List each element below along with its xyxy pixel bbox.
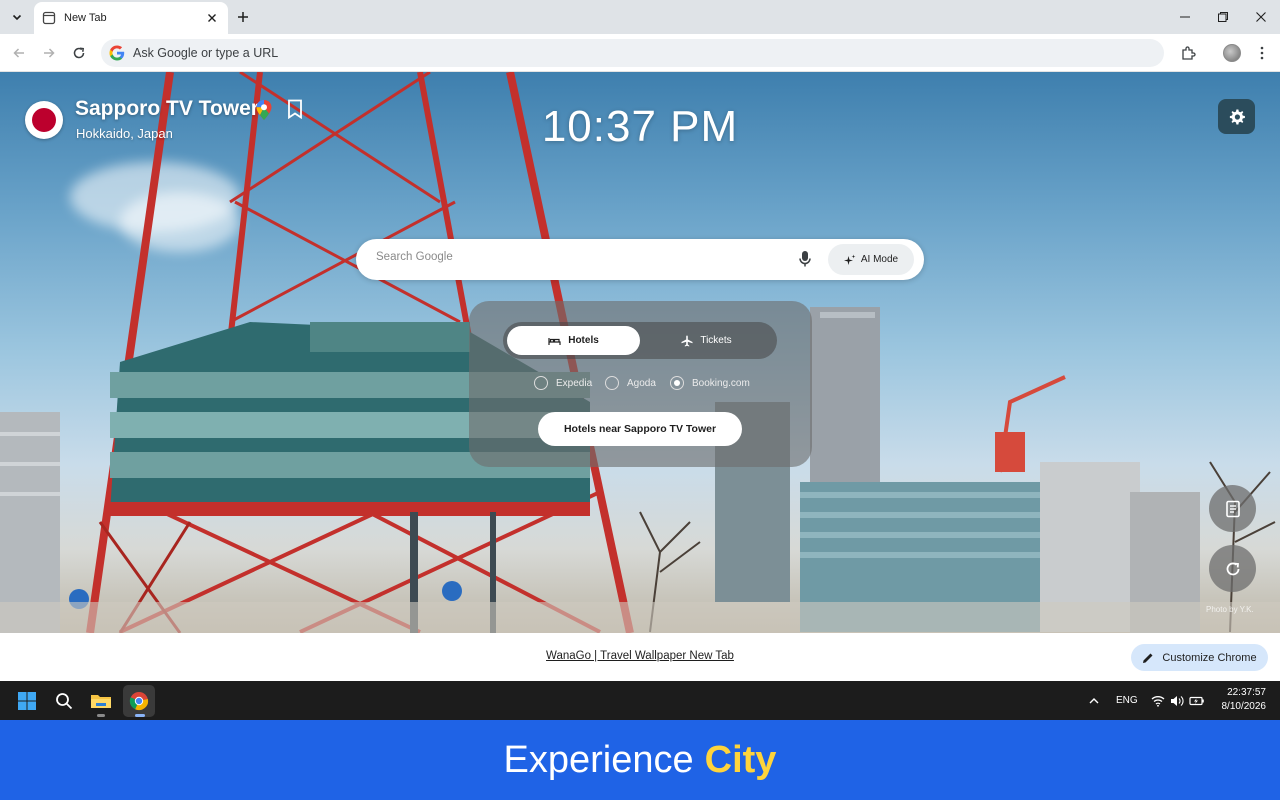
wifi-icon[interactable] [1150, 693, 1166, 709]
banner-prefix: Experience [503, 738, 694, 781]
language-indicator[interactable]: ENG [1116, 695, 1138, 706]
microphone-icon[interactable] [798, 250, 812, 268]
puzzle-icon [1182, 46, 1196, 60]
extensions-button[interactable] [1177, 42, 1199, 64]
travel-widget: Hotels Tickets Expedia Agoda Booking.com… [469, 301, 812, 467]
address-bar[interactable]: Ask Google or type a URL [101, 39, 1164, 67]
plus-icon [238, 12, 248, 22]
category-toggle: Hotels Tickets [503, 322, 777, 359]
tab-tickets[interactable]: Tickets [640, 326, 773, 355]
tab-hotels-label: Hotels [568, 335, 599, 346]
windows-taskbar: ENG 22:37:57 8/10/2026 [0, 681, 1280, 720]
tab-strip: New Tab [0, 0, 1280, 34]
photo-credit: Photo by Y.K. [1206, 605, 1254, 614]
extension-link[interactable]: WanaGo | Travel Wallpaper New Tab [0, 650, 1280, 662]
new-tab-button[interactable] [234, 8, 252, 26]
provider-expedia[interactable]: Expedia [534, 376, 592, 390]
provider-booking[interactable]: Booking.com [670, 376, 750, 390]
chrome-taskbar-button[interactable] [123, 685, 155, 717]
tab-title: New Tab [64, 12, 107, 24]
radio-button[interactable] [534, 376, 548, 390]
restore-icon [1218, 12, 1228, 22]
windows-icon [18, 692, 36, 710]
ai-mode-label: AI Mode [860, 254, 899, 265]
battery-icon[interactable] [1189, 693, 1205, 709]
address-bar-placeholder: Ask Google or type a URL [133, 46, 279, 60]
radio-button-selected[interactable] [670, 376, 684, 390]
arrow-right-icon [44, 48, 55, 58]
page-icon [42, 11, 56, 25]
tab-search-button[interactable] [6, 6, 28, 28]
browser-toolbar: Ask Google or type a URL [0, 34, 1280, 72]
chevron-down-icon [12, 14, 22, 21]
search-input[interactable] [376, 251, 776, 263]
reload-icon [73, 47, 85, 59]
volume-icon[interactable] [1169, 693, 1185, 709]
more-vertical-icon [1260, 46, 1264, 60]
refresh-wallpaper-button[interactable] [1209, 545, 1256, 592]
restore-button[interactable] [1212, 6, 1234, 28]
chrome-icon [129, 692, 149, 711]
refresh-icon [1226, 562, 1239, 575]
taskbar-search-button[interactable] [51, 688, 77, 714]
new-tab-page: Sapporo TV Tower Hokkaido, Japan 10:37 P… [0, 72, 1280, 633]
provider-label: Expedia [556, 377, 593, 389]
customize-chrome-button[interactable]: Customize Chrome [1131, 644, 1268, 671]
tab-new-tab[interactable]: New Tab [34, 2, 228, 34]
reload-button[interactable] [69, 43, 89, 63]
customize-label: Customize Chrome [1162, 651, 1257, 664]
banner-highlight: City [704, 738, 777, 781]
google-icon [109, 45, 125, 61]
running-indicator [97, 714, 105, 717]
folder-icon [91, 695, 111, 708]
close-icon[interactable] [204, 10, 220, 26]
forward-button[interactable] [39, 43, 59, 63]
chevron-up-icon [1089, 698, 1099, 704]
tab-hotels[interactable]: Hotels [507, 326, 640, 355]
promo-banner: Experience City [0, 720, 1280, 800]
settings-button[interactable] [1218, 99, 1255, 134]
gear-icon [1229, 109, 1245, 124]
tab-tickets-label: Tickets [700, 335, 732, 346]
plane-icon [681, 335, 693, 346]
pencil-icon [1143, 653, 1153, 663]
arrow-left-icon [13, 48, 24, 58]
close-window-button[interactable] [1250, 6, 1272, 28]
close-icon [1256, 12, 1266, 22]
clock-display: 10:37 PM [541, 102, 739, 151]
taskbar-date[interactable]: 8/10/2026 [1212, 701, 1267, 712]
start-button[interactable] [14, 688, 40, 714]
active-indicator [135, 714, 145, 717]
provider-agoda[interactable]: Agoda [605, 376, 656, 390]
info-card-button[interactable] [1209, 485, 1256, 532]
back-button[interactable] [9, 43, 29, 63]
taskbar-time[interactable]: 22:37:57 [1216, 687, 1266, 698]
minimize-icon [1180, 16, 1190, 18]
search-bar: AI Mode [356, 239, 924, 280]
radio-button[interactable] [605, 376, 619, 390]
menu-button[interactable] [1251, 42, 1273, 64]
tray-overflow-button[interactable] [1086, 693, 1102, 709]
avatar [1223, 44, 1241, 62]
provider-label: Booking.com [692, 377, 750, 389]
file-explorer-button[interactable] [88, 688, 114, 714]
ntp-footer: WanaGo | Travel Wallpaper New Tab Custom… [0, 633, 1280, 681]
document-icon [1225, 500, 1240, 517]
minimize-button[interactable] [1174, 6, 1196, 28]
provider-label: Agoda [627, 377, 656, 389]
bed-icon [548, 337, 561, 345]
profile-button[interactable] [1221, 42, 1243, 64]
ai-mode-button[interactable]: AI Mode [828, 244, 914, 275]
hotels-search-button[interactable]: Hotels near Sapporo TV Tower [538, 412, 742, 446]
sparkle-icon [843, 254, 856, 265]
search-icon [56, 693, 73, 710]
